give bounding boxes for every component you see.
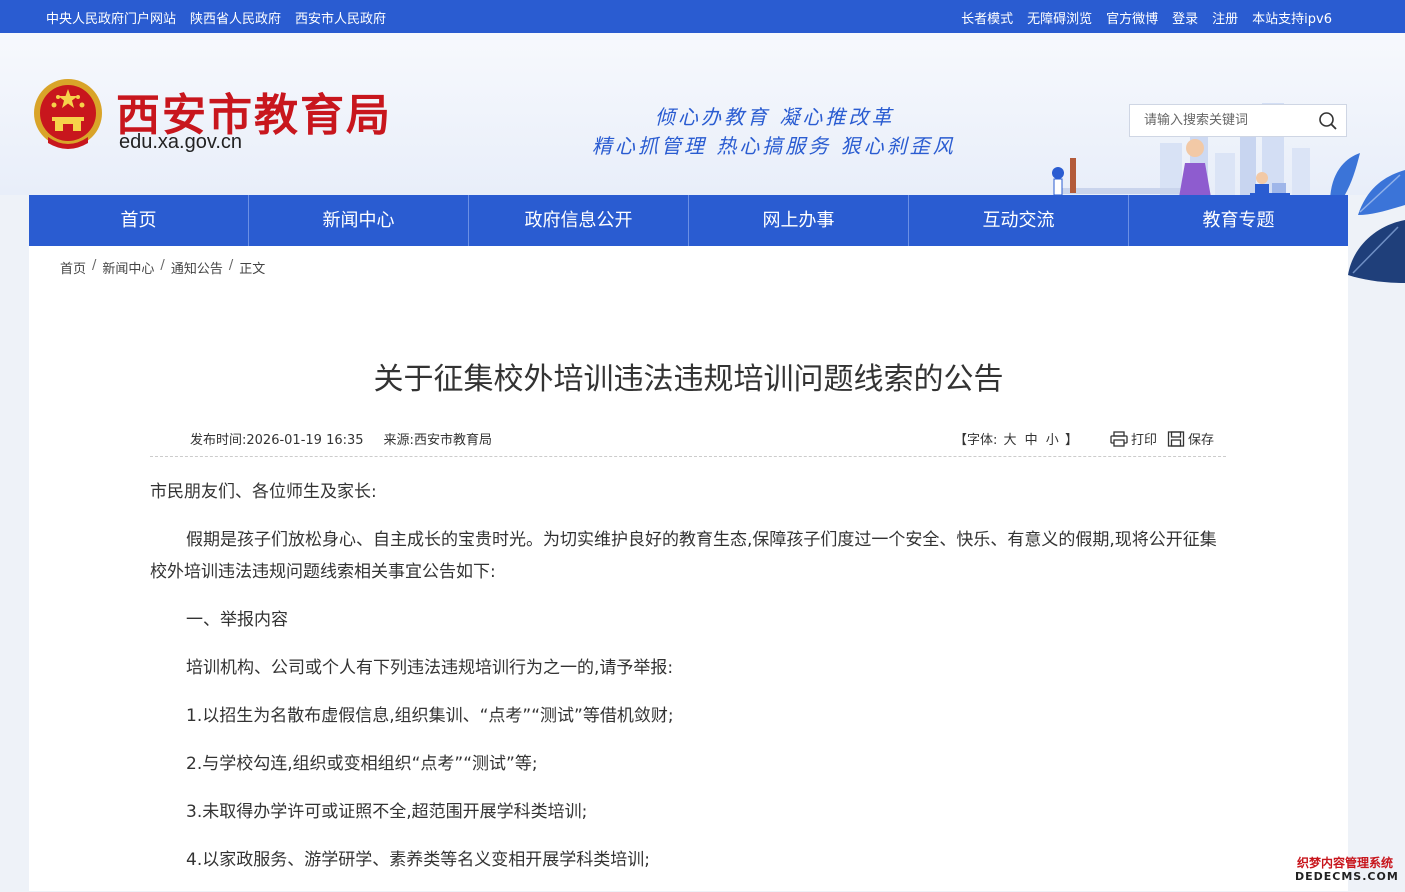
- print-button[interactable]: 打印: [1110, 429, 1157, 448]
- font-size-small[interactable]: 小: [1046, 433, 1059, 448]
- site-domain: edu.xa.gov.cn: [119, 131, 243, 153]
- watermark: 织梦内容管理系统 DEDECMS.COM: [1295, 856, 1399, 884]
- link-elder-mode[interactable]: 长者模式: [961, 8, 1013, 27]
- header-banner: 西安市教育局 edu.xa.gov.cn 倾心办教育 凝心推改革 精心抓管理 热…: [0, 33, 1405, 195]
- publish-info: 发布时间:2026-01-19 16:35: [190, 429, 364, 448]
- source-value: 西安市教育局: [413, 433, 492, 448]
- breadcrumb: 首页 / 新闻中心 / 通知公告 / 正文: [60, 258, 265, 277]
- nav-education-topics[interactable]: 教育专题: [1129, 195, 1348, 246]
- article-paragraph: 假期是孩子们放松身心、自主成长的宝贵时光。为切实维护良好的教育生态,保障孩子们度…: [150, 530, 1217, 582]
- nav-news-center[interactable]: 新闻中心: [249, 195, 469, 246]
- breadcrumb-separator: /: [92, 258, 97, 273]
- article-list-item: 2.与学校勾连,组织或变相组织“点考”“测试”等;: [186, 754, 538, 774]
- article-list-item: 4.以家政服务、游学研学、素养类等名义变相开展学科类培训;: [186, 850, 650, 870]
- link-ipv6[interactable]: 本站支持ipv6: [1252, 8, 1332, 27]
- nav-home[interactable]: 首页: [29, 195, 249, 246]
- article-list-item: 3.未取得办学许可或证照不全,超范围开展学科类培训;: [186, 802, 588, 822]
- font-size-medium[interactable]: 中: [1025, 433, 1038, 448]
- search-input[interactable]: [1130, 105, 1310, 136]
- main-content: 首页 / 新闻中心 / 通知公告 / 正文 关于征集校外培训违法违规培训问题线索…: [29, 246, 1348, 891]
- breadcrumb-news-center[interactable]: 新闻中心: [102, 258, 154, 277]
- article-meta: 发布时间:2026-01-19 16:35 来源:西安市教育局 【字体: 大 中…: [150, 426, 1226, 457]
- slogan-line-2: 精心抓管理 热心搞服务 狠心刹歪风: [592, 134, 956, 158]
- main-nav: 首页 新闻中心 政府信息公开 网上办事 互动交流 教育专题: [29, 195, 1348, 246]
- source-info: 来源:西安市教育局: [384, 429, 492, 448]
- top-left-links: 中央人民政府门户网站 陕西省人民政府 西安市人民政府: [46, 8, 386, 27]
- save-label: 保存: [1187, 433, 1214, 448]
- watermark-line-2: DEDECMS.COM: [1295, 870, 1399, 883]
- font-label-close: 】: [1064, 433, 1078, 448]
- font-label-open: 【字体:: [953, 433, 998, 448]
- publish-time: 2026-01-19 16:35: [246, 433, 364, 448]
- top-utility-bar: 中央人民政府门户网站 陕西省人民政府 西安市人民政府 长者模式 无障碍浏览 官方…: [0, 0, 1405, 33]
- font-size-large[interactable]: 大: [1003, 433, 1016, 448]
- breadcrumb-home[interactable]: 首页: [60, 258, 86, 277]
- article-title: 关于征集校外培训违法违规培训问题线索的公告: [373, 362, 1004, 397]
- nav-gov-info[interactable]: 政府信息公开: [469, 195, 689, 246]
- article-section-heading: 一、举报内容: [186, 610, 288, 630]
- link-shaanxi-gov[interactable]: 陕西省人民政府: [190, 8, 281, 27]
- publish-label: 发布时间:: [190, 433, 247, 448]
- floppy-disk-icon: [1167, 430, 1185, 447]
- decorative-leaf-icon: [1348, 170, 1405, 283]
- link-register[interactable]: 注册: [1212, 8, 1238, 27]
- nav-interaction[interactable]: 互动交流: [909, 195, 1129, 246]
- print-label: 打印: [1130, 433, 1157, 448]
- font-size-switcher: 【字体: 大 中 小 】: [954, 429, 1078, 448]
- article-greeting: 市民朋友们、各位师生及家长:: [150, 482, 377, 502]
- save-button[interactable]: 保存: [1167, 429, 1214, 448]
- breadcrumb-current: 正文: [239, 262, 266, 277]
- search-box: [1129, 104, 1347, 137]
- printer-icon: [1110, 430, 1128, 447]
- national-emblem-icon: [34, 79, 102, 149]
- link-login[interactable]: 登录: [1172, 8, 1198, 27]
- article-list-item: 1.以招生为名散布虚假信息,组织集训、“点考”“测试”等借机敛财;: [186, 706, 674, 726]
- nav-online-services[interactable]: 网上办事: [689, 195, 909, 246]
- link-central-gov[interactable]: 中央人民政府门户网站: [46, 8, 176, 27]
- search-icon[interactable]: [1318, 111, 1338, 131]
- slogan-line-1: 倾心办教育 凝心推改革: [655, 105, 895, 129]
- source-label: 来源:: [383, 433, 414, 448]
- breadcrumb-separator: /: [160, 258, 165, 273]
- top-right-links: 长者模式 无障碍浏览 官方微博 登录 注册 本站支持ipv6: [961, 8, 1332, 27]
- link-official-weibo[interactable]: 官方微博: [1106, 8, 1158, 27]
- breadcrumb-separator: /: [228, 258, 234, 273]
- link-accessibility[interactable]: 无障碍浏览: [1027, 8, 1092, 27]
- article-body: 市民朋友们、各位师生及家长: 假期是孩子们放松身心、自主成长的宝贵时光。为切实维…: [150, 476, 1230, 892]
- link-xian-gov[interactable]: 西安市人民政府: [295, 8, 386, 27]
- article-paragraph: 培训机构、公司或个人有下列违法违规培训行为之一的,请予举报:: [186, 658, 674, 678]
- breadcrumb-notices[interactable]: 通知公告: [171, 258, 223, 277]
- watermark-line-1: 织梦内容管理系统: [1296, 856, 1393, 870]
